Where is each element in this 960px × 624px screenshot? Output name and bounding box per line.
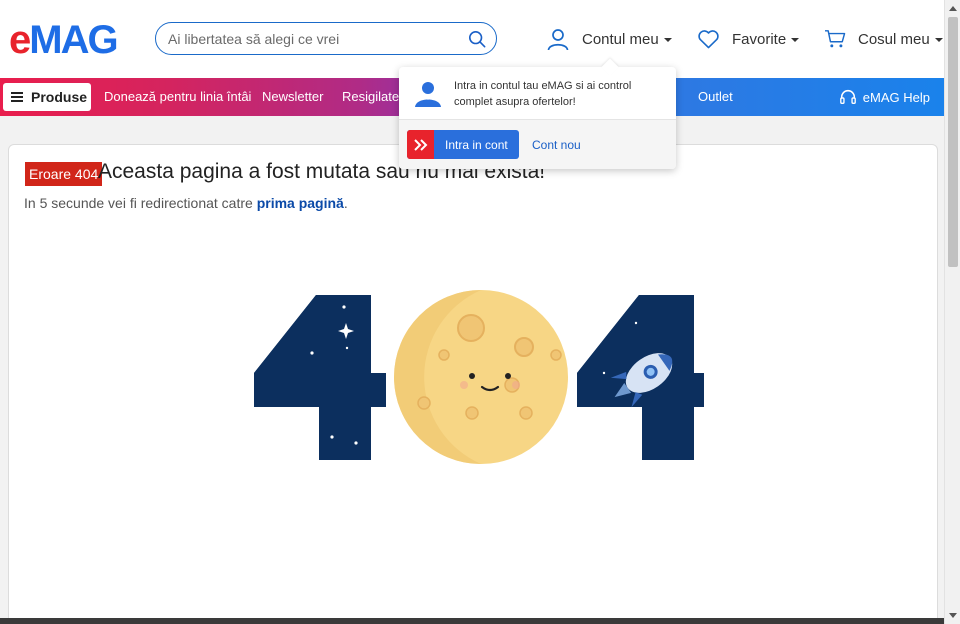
help-label: eMAG Help — [862, 89, 930, 105]
search-input[interactable] — [168, 30, 458, 48]
menu-icon — [11, 92, 23, 102]
redirect-message: In 5 secunde vei fi redirectionat catre … — [24, 195, 348, 211]
double-chevron-icon — [407, 130, 434, 159]
error-404-illustration — [254, 290, 704, 464]
search-icon[interactable] — [468, 30, 486, 48]
login-button[interactable]: Intra in cont — [407, 130, 519, 159]
cart-icon — [825, 30, 846, 48]
emag-logo[interactable]: eMAG — [9, 20, 119, 60]
search-box — [155, 22, 497, 55]
nav-item-newsletter[interactable]: Newsletter — [262, 89, 323, 104]
produse-label: Produse — [31, 89, 88, 105]
heart-icon — [698, 30, 719, 49]
user-icon — [415, 82, 441, 107]
login-label: Intra in cont — [445, 137, 508, 152]
popover-message: Intra in contul tau eMAG si ai control c… — [454, 80, 632, 108]
chevron-down-icon — [791, 38, 800, 42]
account-popover: Intra in contul tau eMAG si ai control c… — [399, 67, 676, 169]
page-scrollbar[interactable] — [944, 0, 960, 624]
moon-face-graphic — [394, 290, 568, 464]
cart-menu[interactable]: Cosul meu — [824, 26, 943, 52]
scroll-down-arrow-icon[interactable] — [949, 613, 957, 618]
chevron-down-icon — [663, 38, 672, 42]
account-menu[interactable]: Contul meu — [546, 26, 672, 52]
user-icon — [547, 29, 569, 51]
help-link[interactable]: eMAG Help — [839, 88, 930, 106]
scrollbar-thumb[interactable] — [948, 17, 958, 267]
nav-item-outlet[interactable]: Outlet — [698, 89, 733, 104]
headset-icon — [839, 89, 856, 104]
account-label: Contul meu — [582, 30, 659, 48]
cart-label: Cosul meu — [858, 30, 930, 48]
favorites-menu[interactable]: Favorite — [697, 26, 800, 52]
scroll-up-arrow-icon[interactable] — [949, 6, 957, 11]
chevron-down-icon — [934, 38, 943, 42]
four-left-shape — [254, 295, 386, 460]
produse-button[interactable]: Produse — [3, 83, 91, 111]
home-link[interactable]: prima pagină — [257, 195, 344, 211]
error-card: Eroare 404 Aceasta pagina a fost mutata … — [8, 144, 938, 624]
nav-item-resigilate[interactable]: Resigilate — [342, 89, 399, 104]
favorites-label: Favorite — [732, 30, 787, 48]
popover-actions: Intra in cont Cont nou — [399, 119, 676, 169]
error-badge: Eroare 404 — [25, 162, 103, 186]
nav-item-doneaza[interactable]: Donează pentru linia întâi — [104, 89, 251, 104]
new-account-link[interactable]: Cont nou — [532, 138, 581, 152]
popover-message-area: Intra in contul tau eMAG si ai control c… — [399, 67, 676, 119]
bottom-bar — [0, 618, 944, 624]
